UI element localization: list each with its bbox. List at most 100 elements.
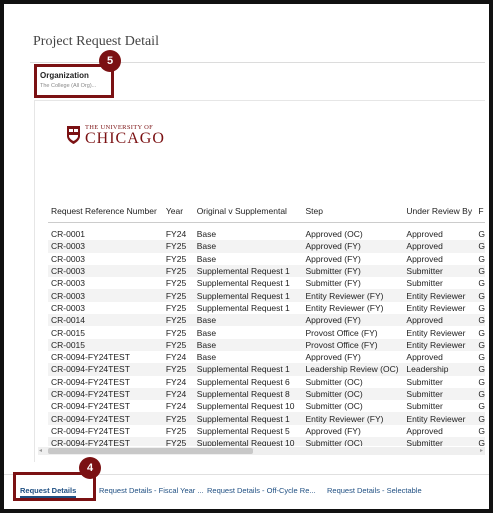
step-cell: Provost Office (FY) xyxy=(305,327,378,338)
year-cell: FY25 xyxy=(162,240,194,253)
truncated-cell: G xyxy=(478,278,485,289)
truncated-cell: G xyxy=(475,240,485,253)
reference-cell: CR-0003 xyxy=(48,289,163,302)
step-cell: Entity Reviewer (FY) xyxy=(302,289,404,302)
organization-filter-value[interactable]: The College (All Org)... xyxy=(40,83,108,89)
original-supplemental-cell: Base xyxy=(196,327,217,338)
under-review-by-cell: Entity Reviewer xyxy=(403,412,476,425)
table-row[interactable]: CR-0001 FY24 Base Approved (OC) Approved G xyxy=(48,228,485,240)
table-row[interactable]: CR-0094-FY24TEST FY24 Supplemental Request… xyxy=(48,387,485,401)
truncated-cell: G xyxy=(478,376,485,387)
original-supplemental-cell: Base xyxy=(196,229,217,240)
under-review-by-cell: Approved xyxy=(406,425,443,436)
under-review-by-cell: Approved xyxy=(406,253,443,264)
tab-request-details-label[interactable]: Request Details xyxy=(20,486,77,498)
step-cell: Entity Reviewer (FY) xyxy=(302,412,404,425)
reference-cell: CR-0094-FY24TEST xyxy=(48,437,163,446)
year-cell: FY25 xyxy=(165,253,187,264)
scroll-right-icon[interactable]: ▸ xyxy=(480,447,483,454)
table-row[interactable]: CR-0003 FY25 Supplemental Request 1 Entity … xyxy=(48,302,485,314)
logo-line-big: CHICAGO xyxy=(85,130,165,147)
step-cell: Approved (FY) xyxy=(302,314,404,327)
table-row[interactable]: CR-0094-FY24TEST FY25 Supplemental Request… xyxy=(48,412,485,425)
reference-cell: CR-0094-FY24TEST xyxy=(51,425,130,436)
original-supplemental-cell: Base xyxy=(196,253,217,264)
under-review-by-cell: Approved xyxy=(403,314,476,327)
table-row[interactable]: CR-0015 FY25 Base Provost Office (FY) Entity… xyxy=(48,338,485,351)
column-header-step[interactable]: Step xyxy=(302,200,404,223)
table-row[interactable]: CR-0094-FY24TEST FY25 Supplemental Request… xyxy=(48,437,485,446)
step-cell: Submitter (FY) xyxy=(302,264,404,278)
column-header-under-review-by[interactable]: Under Review By xyxy=(403,200,476,223)
year-cell: FY24 xyxy=(165,352,187,363)
reference-cell: CR-0094-FY24TEST xyxy=(51,401,130,412)
reference-cell: CR-0003 xyxy=(51,253,86,264)
under-review-by-cell: Submitter xyxy=(406,401,443,412)
table-row[interactable]: CR-0003 FY25 Base Approved (FY) Approved G xyxy=(48,240,485,253)
original-supplemental-cell: Supplemental Request 8 xyxy=(193,387,303,401)
callout-badge-filter: 5 xyxy=(99,50,121,72)
column-header-reference[interactable]: Request Reference Number xyxy=(48,200,163,223)
horizontal-scrollbar[interactable]: ◂ ▸ xyxy=(38,447,485,455)
column-header-original-supplemental[interactable]: Original v Supplemental xyxy=(193,200,303,223)
reference-cell: CR-0094-FY24TEST xyxy=(48,412,163,425)
column-header-year[interactable]: Year xyxy=(162,200,194,223)
table-row[interactable]: CR-0003 FY25 Base Approved (FY) Approved G xyxy=(48,253,485,265)
truncated-cell: G xyxy=(478,425,485,436)
year-cell: FY25 xyxy=(162,314,194,327)
table-row[interactable]: CR-0003 FY25 Supplemental Request 1 Submitt… xyxy=(48,277,485,289)
tab-request-details-off-cycle[interactable]: Request Details - Off-Cycle Re... xyxy=(207,486,316,495)
table-row[interactable]: CR-0094-FY24TEST FY24 Supplemental Request… xyxy=(48,400,485,412)
tab-request-details-fiscal-year[interactable]: Request Details - Fiscal Year ... xyxy=(99,486,204,495)
year-cell: FY25 xyxy=(162,338,194,351)
original-supplemental-cell: Base xyxy=(193,314,303,327)
column-header-truncated[interactable]: F xyxy=(475,200,485,223)
original-supplemental-cell: Supplemental Request 1 xyxy=(193,289,303,302)
year-cell: FY25 xyxy=(165,278,187,289)
request-table[interactable]: Request Reference Number Year Original v… xyxy=(48,200,485,446)
under-review-by-cell: Approved xyxy=(406,352,443,363)
reference-cell: CR-0003 xyxy=(48,264,163,278)
table-row[interactable]: CR-0094-FY24TEST FY25 Supplemental Request… xyxy=(48,363,485,376)
year-cell: FY25 xyxy=(162,264,194,278)
callout-badge-tab: 4 xyxy=(79,457,101,479)
scrollbar-thumb[interactable] xyxy=(48,448,253,454)
reference-cell: CR-0003 xyxy=(51,302,86,313)
reference-cell: CR-0015 xyxy=(51,327,86,338)
year-cell: FY25 xyxy=(162,412,194,425)
page-title: Project Request Detail xyxy=(33,34,159,49)
truncated-cell: G xyxy=(475,314,485,327)
truncated-cell: G xyxy=(475,264,485,278)
step-cell: Approved (FY) xyxy=(302,240,404,253)
truncated-cell: G xyxy=(478,229,485,240)
under-review-by-cell: Submitter xyxy=(406,376,443,387)
reference-cell: CR-0003 xyxy=(51,278,86,289)
table-row[interactable]: CR-0015 FY25 Base Provost Office (FY) Entity… xyxy=(48,326,485,338)
organization-filter-label: Organization xyxy=(40,71,89,80)
original-supplemental-cell: Supplemental Request 1 xyxy=(196,302,290,313)
under-review-by-cell: Submitter xyxy=(403,437,476,446)
under-review-by-cell: Submitter xyxy=(403,387,476,401)
original-supplemental-cell: Supplemental Request 1 xyxy=(193,264,303,278)
table-row[interactable]: CR-0094-FY24TEST FY24 Base Approved (FY) App… xyxy=(48,351,485,363)
table-row[interactable]: CR-0014 FY25 Base Approved (FY) Approved G xyxy=(48,314,485,327)
original-supplemental-cell: Supplemental Request 10 xyxy=(196,401,295,412)
step-cell: Approved (FY) xyxy=(305,425,361,436)
step-cell: Leadership Review (OC) xyxy=(302,363,404,376)
reference-cell: CR-0094-FY24TEST xyxy=(48,363,163,376)
original-supplemental-cell: Supplemental Request 1 xyxy=(193,412,303,425)
original-supplemental-cell: Base xyxy=(193,240,303,253)
tab-request-details-selectable[interactable]: Request Details - Selectable xyxy=(327,486,422,495)
scroll-left-icon[interactable]: ◂ xyxy=(39,447,42,454)
under-review-by-cell: Submitter xyxy=(406,278,443,289)
year-cell: FY24 xyxy=(165,376,187,387)
table-row[interactable]: CR-0003 FY25 Supplemental Request 1 Submitt… xyxy=(48,264,485,278)
table-row[interactable]: CR-0003 FY25 Supplemental Request 1 Entity … xyxy=(48,289,485,302)
table-row[interactable]: CR-0094-FY24TEST FY24 Supplemental Request… xyxy=(48,376,485,388)
original-supplemental-cell: Supplemental Request 1 xyxy=(196,278,290,289)
under-review-by-cell: Entity Reviewer xyxy=(406,327,466,338)
step-cell: Submitter (OC) xyxy=(305,376,363,387)
under-review-by-cell: Entity Reviewer xyxy=(406,302,466,313)
truncated-cell: G xyxy=(478,327,485,338)
table-row[interactable]: CR-0094-FY24TEST FY25 Supplemental Request… xyxy=(48,425,485,437)
